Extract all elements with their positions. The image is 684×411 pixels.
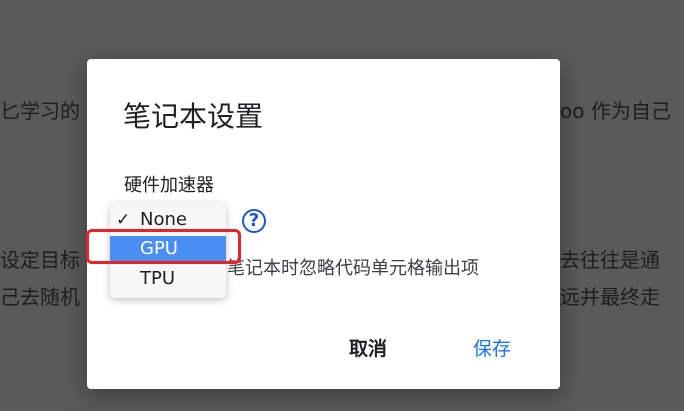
question-circle-icon[interactable]: ?	[242, 209, 266, 233]
background-text: oo 作为自己	[560, 99, 671, 123]
background-text: 匕学习的	[0, 99, 80, 123]
dropdown-option-tpu[interactable]: TPU	[110, 266, 226, 292]
dropdown-option-gpu[interactable]: GPU	[110, 236, 226, 262]
check-icon: ✓	[116, 210, 131, 230]
option-label: GPU	[140, 238, 178, 259]
dropdown-option-none[interactable]: ✓ None	[110, 207, 226, 233]
dialog-title: 笔记本设置	[123, 100, 264, 133]
omit-output-label: 笔记本时忽略代码单元格输出项	[227, 258, 479, 279]
background-text: 去往往是通	[560, 248, 660, 272]
background-text: 己去随机	[0, 285, 80, 309]
hardware-accelerator-dropdown: ✓ None GPU TPU	[110, 203, 226, 298]
background-text: 设定目标	[0, 248, 80, 272]
hardware-accelerator-label: 硬件加速器	[124, 175, 214, 196]
save-button[interactable]: 保存	[473, 337, 511, 361]
background-text: 远并最终走	[560, 285, 660, 309]
option-label: None	[140, 209, 187, 230]
option-label: TPU	[140, 268, 176, 289]
cancel-button[interactable]: 取消	[349, 337, 387, 361]
